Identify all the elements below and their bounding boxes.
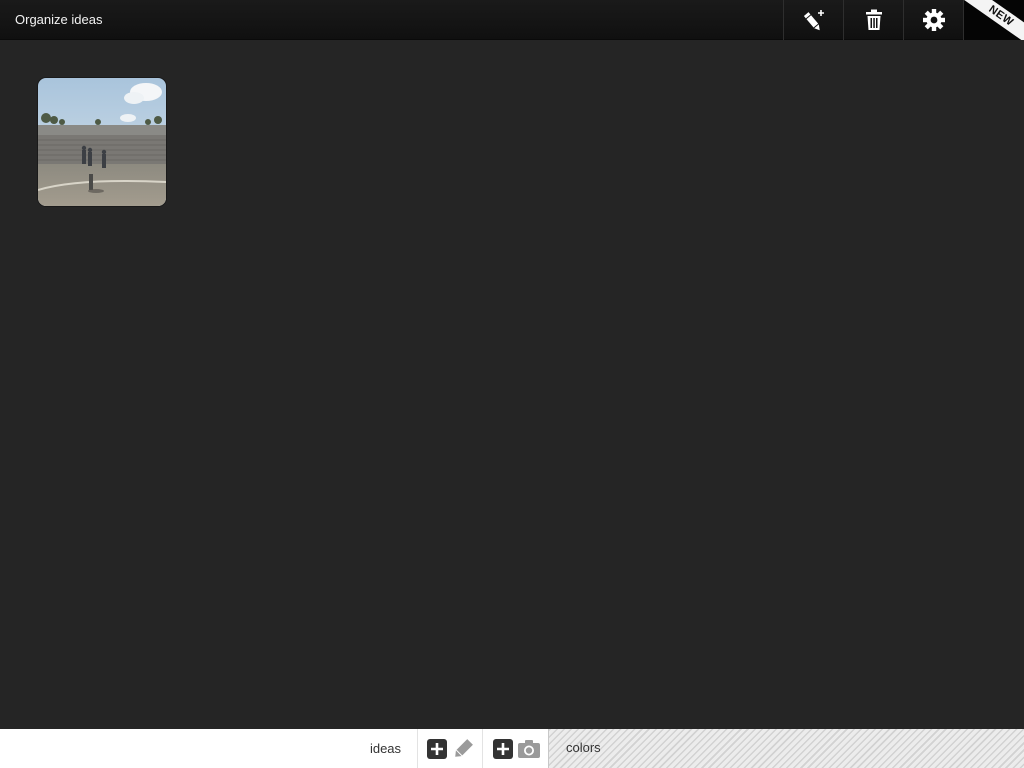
pencil-icon: [452, 738, 474, 760]
trash-icon: [865, 9, 883, 31]
app-window: Organize ideas NEW ideas colors: [0, 0, 1024, 768]
settings-button[interactable]: [903, 0, 963, 40]
add-photo-button[interactable]: [484, 729, 548, 768]
add-sketch-button[interactable]: [419, 729, 483, 768]
pencil-plus-icon: [800, 8, 828, 32]
camera-icon: [517, 739, 540, 758]
new-idea-button[interactable]: [783, 0, 843, 40]
trash-button[interactable]: [843, 0, 903, 40]
new-badge-corner[interactable]: NEW: [963, 0, 1024, 40]
plus-icon: [492, 738, 513, 759]
new-badge: NEW: [964, 0, 1024, 40]
top-toolbar: Organize ideas NEW: [0, 0, 1024, 40]
ideas-canvas[interactable]: [0, 40, 1024, 729]
colors-tab[interactable]: colors: [548, 729, 1024, 768]
idea-photo-thumbnail[interactable]: [38, 78, 166, 206]
colors-tab-label: colors: [566, 740, 601, 755]
gear-icon: [922, 9, 945, 31]
ideas-tab[interactable]: ideas: [354, 729, 418, 768]
bottom-toolbar: ideas colors: [0, 729, 1024, 768]
page-title: Organize ideas: [15, 12, 103, 27]
plus-icon: [427, 738, 447, 759]
